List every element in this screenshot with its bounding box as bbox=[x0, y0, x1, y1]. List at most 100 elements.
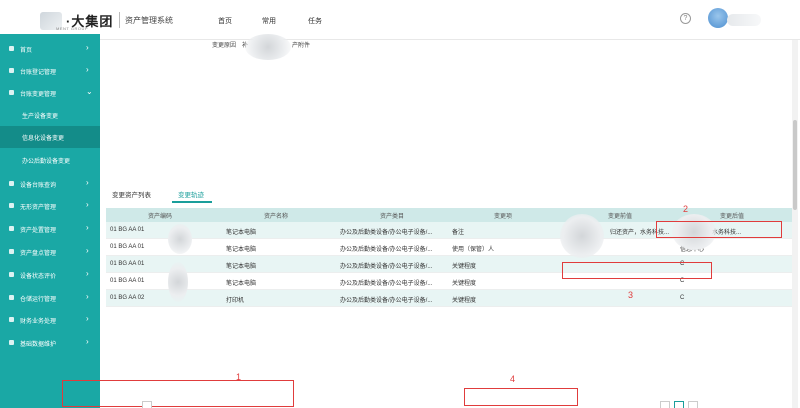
menu-square-icon bbox=[9, 226, 14, 231]
sidebar-item[interactable]: 无形资产管理 › bbox=[0, 195, 100, 217]
help-icon[interactable]: ? bbox=[680, 13, 691, 24]
nav-tasks[interactable]: 任务 bbox=[308, 16, 322, 26]
system-title: 资产管理系统 bbox=[125, 16, 173, 25]
nav-home[interactable]: 首页 bbox=[218, 16, 232, 26]
chevron-right-icon: › bbox=[86, 223, 89, 232]
sidebar-item-label: 生产设备变更 bbox=[22, 114, 59, 120]
sidebar-item-label: 台账变更管理 bbox=[20, 92, 57, 98]
current-page-button[interactable] bbox=[674, 401, 684, 408]
user-avatar[interactable] bbox=[708, 8, 728, 28]
redacted-blob bbox=[245, 34, 291, 60]
prev-page-button[interactable] bbox=[660, 401, 670, 408]
sidebar-item[interactable]: 办公后勤设备变更 bbox=[0, 149, 100, 171]
sidebar-item-label: 办公后勤设备变更 bbox=[22, 159, 71, 165]
sidebar-item-label: 台账登记管理 bbox=[20, 70, 57, 76]
annotation-box-1 bbox=[62, 380, 294, 407]
cell-code: 01 BG AA 01 bbox=[110, 244, 145, 250]
sidebar-item[interactable]: 台账变更管理 ⌄ bbox=[0, 82, 100, 104]
chevron-right-icon: › bbox=[86, 246, 89, 255]
user-name-redacted[interactable] bbox=[727, 14, 761, 26]
chevron-right-icon: › bbox=[86, 178, 89, 187]
sidebar-item[interactable]: 基础数据维护 › bbox=[0, 332, 100, 354]
cell-category: 办公及后勤类设备/办公电子设备/... bbox=[340, 281, 433, 287]
cell-category: 办公及后勤类设备/办公电子设备/... bbox=[340, 264, 433, 270]
sidebar-item[interactable]: 资产处置管理 › bbox=[0, 218, 100, 240]
sidebar-item-label: 资产盘点管理 bbox=[20, 251, 57, 257]
sidebar-item[interactable]: 设备状态评价 › bbox=[0, 264, 100, 286]
cell-item: 关键程度 bbox=[452, 264, 477, 270]
table-row[interactable]: 01 BG AA 02 打印机 办公及后勤类设备/办公电子设备/... 关键程度 C bbox=[106, 290, 792, 307]
app-window: ·大集团 MENT GROUP 资产管理系统 首页 常用 任务 ? 首页 › 台账登… bbox=[0, 0, 800, 408]
tab-change-track[interactable]: 变更轨迹 bbox=[178, 189, 204, 199]
cell-after: C bbox=[680, 295, 685, 301]
cell-code: 01 BG AA 01 bbox=[110, 278, 145, 284]
cell-name: 笔记本电脑 bbox=[226, 247, 257, 253]
sidebar-item[interactable]: 资产盘点管理 › bbox=[0, 241, 100, 263]
menu-square-icon bbox=[9, 46, 14, 51]
th-value-after: 变更后值 bbox=[720, 214, 745, 220]
chevron-right-icon: › bbox=[86, 43, 89, 52]
menu-square-icon bbox=[9, 181, 14, 186]
nav-common[interactable]: 常用 bbox=[262, 16, 276, 26]
next-page-button[interactable] bbox=[688, 401, 698, 408]
annotation-label-4: 4 bbox=[510, 374, 516, 384]
chevron-right-icon: › bbox=[86, 200, 89, 209]
annotation-label-3: 3 bbox=[628, 290, 634, 300]
cell-item: 使用（保管）人 bbox=[452, 247, 495, 253]
sidebar-item[interactable]: 台账登记管理 › bbox=[0, 60, 100, 82]
sidebar-item-label: 信息化设备变更 bbox=[22, 136, 65, 142]
menu-square-icon bbox=[9, 203, 14, 208]
th-asset-category: 资产类目 bbox=[380, 214, 405, 220]
tab-changed-assets[interactable]: 变更资产列表 bbox=[112, 189, 151, 199]
redacted-blob bbox=[168, 224, 192, 254]
chevron-down-icon: ⌄ bbox=[86, 87, 93, 96]
cell-code: 01 BG AA 01 bbox=[110, 261, 145, 267]
sidebar-item[interactable]: 信息化设备变更 bbox=[0, 126, 100, 148]
sidebar-item[interactable]: 首页 › bbox=[0, 38, 100, 60]
sidebar-item-label: 仓储运行管理 bbox=[20, 297, 57, 303]
page-size-select[interactable] bbox=[142, 401, 152, 408]
sidebar-item[interactable]: 财务业务处理 › bbox=[0, 309, 100, 331]
sidebar-item[interactable]: 仓储运行管理 › bbox=[0, 287, 100, 309]
menu-square-icon bbox=[9, 272, 14, 277]
sidebar-item-label: 财务业务处理 bbox=[20, 319, 57, 325]
redacted-blob bbox=[560, 214, 604, 258]
menu-square-icon bbox=[9, 90, 14, 95]
menu-square-icon bbox=[9, 340, 14, 345]
annotation-box-3 bbox=[562, 262, 712, 279]
cell-item: 关键程度 bbox=[452, 298, 477, 304]
sidebar-item[interactable]: 生产设备变更 bbox=[0, 104, 100, 126]
cell-item: 关键程度 bbox=[452, 281, 477, 287]
cell-category: 办公及后勤类设备/办公电子设备/... bbox=[340, 230, 433, 236]
sidebar-item-label: 基础数据维护 bbox=[20, 342, 57, 348]
main-scrollbar-track[interactable] bbox=[792, 40, 798, 408]
sidebar-item-label: 无形资产管理 bbox=[20, 205, 57, 211]
chevron-right-icon: › bbox=[86, 314, 89, 323]
chevron-right-icon: › bbox=[86, 269, 89, 278]
annotation-box-2 bbox=[656, 221, 782, 238]
cell-name: 打印机 bbox=[226, 298, 245, 304]
company-logo[interactable]: ·大集团 MENT GROUP bbox=[40, 8, 118, 32]
th-change-item: 变更项 bbox=[494, 214, 513, 220]
menu-square-icon bbox=[9, 249, 14, 254]
sidebar-item-label: 首页 bbox=[20, 48, 33, 54]
chevron-right-icon: › bbox=[86, 292, 89, 301]
menu-square-icon bbox=[9, 295, 14, 300]
cell-code: 01 BG AA 01 bbox=[110, 227, 145, 233]
annotation-label-2: 2 bbox=[683, 204, 689, 214]
main-scrollbar-thumb[interactable] bbox=[793, 120, 797, 210]
logo-subtext: MENT GROUP bbox=[56, 26, 89, 31]
top-header: ·大集团 MENT GROUP 资产管理系统 首页 常用 任务 ? bbox=[0, 0, 800, 40]
redacted-blob bbox=[168, 262, 188, 302]
sidebar-item[interactable]: 设备台账查询 › bbox=[0, 173, 100, 195]
sidebar: 首页 › 台账登记管理 › 台账变更管理 ⌄ 生产设备变更 信息化设备变更 办公后勤设备变更 设备… bbox=[0, 34, 100, 408]
cell-category: 办公及后勤类设备/办公电子设备/... bbox=[340, 298, 433, 304]
menu-square-icon bbox=[9, 68, 14, 73]
th-asset-code: 资产编码 bbox=[148, 214, 173, 220]
cell-name: 笔记本电脑 bbox=[226, 230, 257, 236]
cell-item: 备注 bbox=[452, 230, 465, 236]
title-divider bbox=[119, 12, 120, 28]
cell-name: 笔记本电脑 bbox=[226, 264, 257, 270]
sidebar-item-label: 资产处置管理 bbox=[20, 228, 57, 234]
cell-category: 办公及后勤类设备/办公电子设备/... bbox=[340, 247, 433, 253]
